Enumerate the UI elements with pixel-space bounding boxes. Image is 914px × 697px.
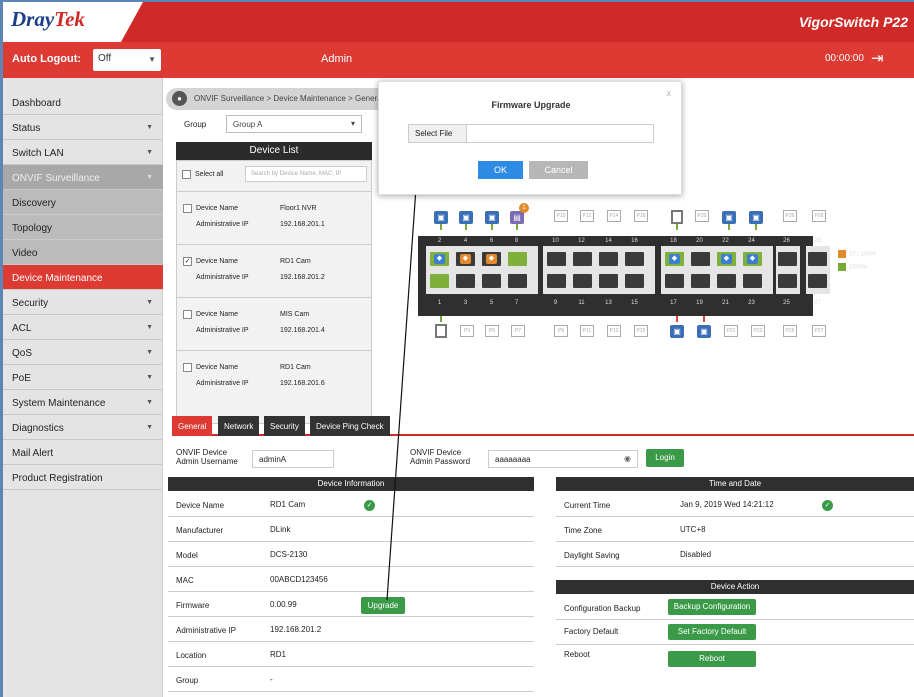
- file-picker[interactable]: Select File: [408, 124, 654, 143]
- dialog-title: Firmware Upgrade: [491, 100, 571, 110]
- ok-button[interactable]: OK: [478, 161, 523, 179]
- firmware-upgrade-dialog: Firmware Upgrade x Select File OK Cancel: [378, 81, 682, 195]
- close-icon[interactable]: x: [667, 88, 672, 98]
- cancel-button[interactable]: Cancel: [529, 161, 588, 179]
- select-file-button[interactable]: Select File: [409, 125, 467, 142]
- page: DrayTek VigorSwitch P22 Auto Logout: Off…: [3, 2, 914, 697]
